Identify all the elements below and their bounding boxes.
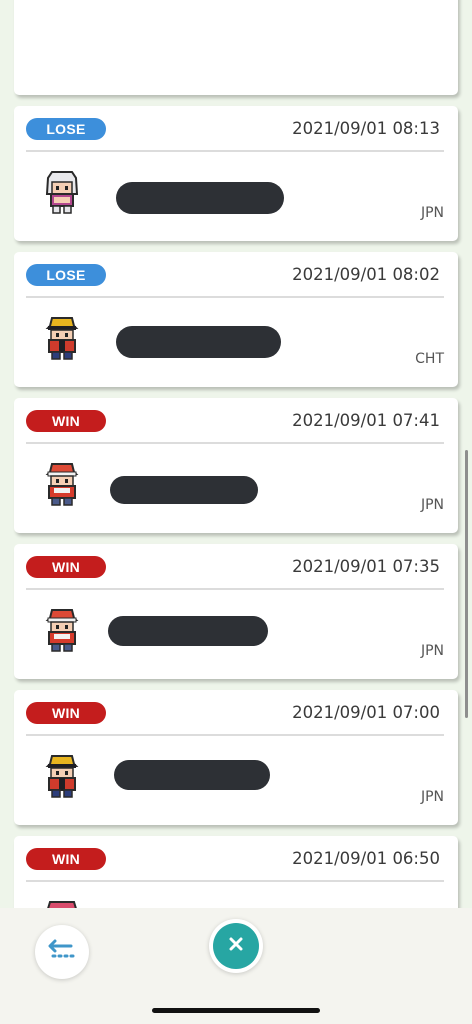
opponent-trainer-sprite	[42, 898, 82, 908]
opponent-name-redacted	[116, 182, 284, 214]
region-code: JPN	[420, 497, 444, 513]
bottom-bar	[0, 908, 472, 1024]
region-code: JPN	[420, 205, 444, 221]
opponent-name-redacted	[110, 476, 258, 504]
back-arrow-icon	[47, 939, 77, 966]
opponent-name-redacted	[108, 616, 268, 646]
result-badge: WIN	[26, 848, 106, 870]
match-card[interactable]: LOSE 2021/09/01 08:13 JPN	[14, 106, 458, 241]
battle-history-list[interactable]: LOSE 2021/09/01 08:13 JPN LOSE 2021/09/0…	[0, 0, 472, 908]
close-button-fill	[213, 923, 259, 969]
match-card[interactable]: LOSE 2021/09/01 08:02 CHT	[14, 252, 458, 387]
match-card[interactable]: WIN 2021/09/01 07:41 JPN	[14, 398, 458, 533]
card-divider	[26, 734, 444, 736]
match-card[interactable]: WIN 2021/09/01 06:50	[14, 836, 458, 908]
match-card[interactable]: WIN 2021/09/01 07:00 JPN	[14, 690, 458, 825]
match-card-previous[interactable]	[14, 0, 458, 95]
opponent-trainer-sprite	[42, 606, 82, 654]
match-timestamp: 2021/09/01 07:35	[292, 557, 440, 576]
result-badge: WIN	[26, 702, 106, 724]
card-divider	[26, 588, 444, 590]
result-badge: WIN	[26, 410, 106, 432]
result-badge: LOSE	[26, 264, 106, 286]
opponent-trainer-sprite	[42, 168, 82, 216]
match-timestamp: 2021/09/01 08:02	[292, 265, 440, 284]
opponent-name-redacted	[116, 326, 281, 358]
opponent-trainer-sprite	[42, 314, 82, 362]
close-x-icon	[228, 936, 244, 957]
card-divider	[26, 880, 444, 882]
home-indicator[interactable]	[152, 1008, 320, 1013]
match-card[interactable]: WIN 2021/09/01 07:35 JPN	[14, 544, 458, 679]
match-timestamp: 2021/09/01 06:50	[292, 849, 440, 868]
match-timestamp: 2021/09/01 07:41	[292, 411, 440, 430]
match-timestamp: 2021/09/01 07:00	[292, 703, 440, 722]
result-badge: LOSE	[26, 118, 106, 140]
scrollbar[interactable]	[465, 450, 468, 718]
region-code: JPN	[420, 643, 444, 659]
region-code: JPN	[420, 789, 444, 805]
result-badge: WIN	[26, 556, 106, 578]
opponent-trainer-sprite	[42, 460, 82, 508]
opponent-name-redacted	[114, 760, 270, 790]
back-button[interactable]	[35, 925, 89, 979]
region-code: CHT	[415, 351, 444, 367]
opponent-trainer-sprite	[42, 752, 82, 800]
card-divider	[26, 442, 444, 444]
card-divider	[26, 296, 444, 298]
close-button[interactable]	[209, 919, 263, 973]
card-divider	[26, 150, 444, 152]
match-timestamp: 2021/09/01 08:13	[292, 119, 440, 138]
